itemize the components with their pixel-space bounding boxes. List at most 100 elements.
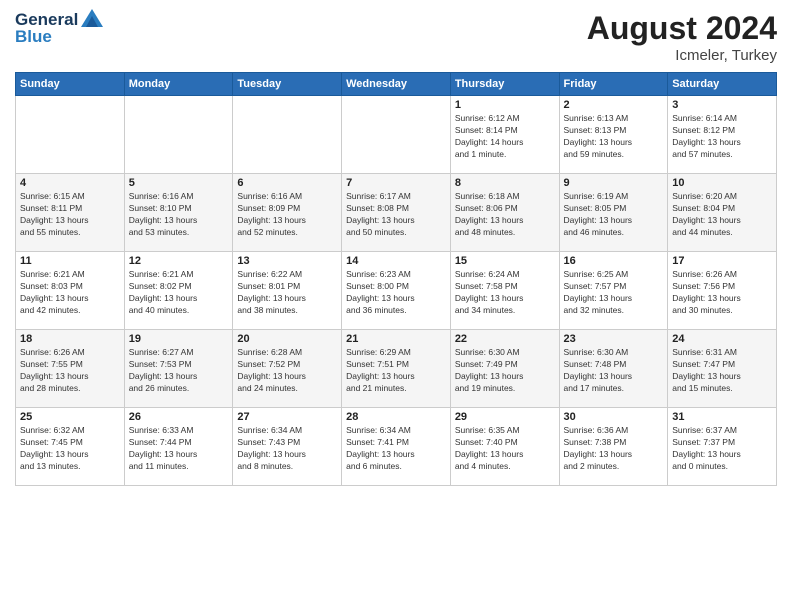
day-info: Sunrise: 6:18 AM Sunset: 8:06 PM Dayligh… <box>455 191 555 239</box>
week-row: 25 Sunrise: 6:32 AM Sunset: 7:45 PM Dayli… <box>16 408 777 486</box>
week-row: 1 Sunrise: 6:12 AM Sunset: 8:14 PM Daylig… <box>16 96 777 174</box>
day-number: 13 <box>237 255 337 267</box>
month-year: August 2024 <box>587 10 777 47</box>
calendar-cell <box>124 96 233 174</box>
day-number: 22 <box>455 333 555 345</box>
calendar-cell: 13 Sunrise: 6:22 AM Sunset: 8:01 PM Dayli… <box>233 252 342 330</box>
calendar-body: 1 Sunrise: 6:12 AM Sunset: 8:14 PM Daylig… <box>16 96 777 486</box>
calendar-cell: 2 Sunrise: 6:13 AM Sunset: 8:13 PM Daylig… <box>559 96 668 174</box>
calendar-cell: 27 Sunrise: 6:34 AM Sunset: 7:43 PM Dayli… <box>233 408 342 486</box>
day-number: 30 <box>564 411 664 423</box>
calendar-cell: 8 Sunrise: 6:18 AM Sunset: 8:06 PM Daylig… <box>450 174 559 252</box>
day-number: 31 <box>672 411 772 423</box>
calendar-cell: 20 Sunrise: 6:28 AM Sunset: 7:52 PM Dayli… <box>233 330 342 408</box>
calendar-cell: 23Sunrise: 6:30 AM Sunset: 7:48 PM Dayli… <box>559 330 668 408</box>
col-monday: Monday <box>124 73 233 96</box>
day-info: Sunrise: 6:25 AM Sunset: 7:57 PM Dayligh… <box>564 269 664 317</box>
calendar-cell: 24 Sunrise: 6:31 AM Sunset: 7:47 PM Dayli… <box>668 330 777 408</box>
day-info: Sunrise: 6:23 AM Sunset: 8:00 PM Dayligh… <box>346 269 446 317</box>
calendar-cell: 19Sunrise: 6:27 AM Sunset: 7:53 PM Dayli… <box>124 330 233 408</box>
calendar-cell: 12Sunrise: 6:21 AM Sunset: 8:02 PM Dayli… <box>124 252 233 330</box>
day-number: 8 <box>455 177 555 189</box>
logo-blue: Blue <box>15 27 103 47</box>
calendar-cell: 3Sunrise: 6:14 AM Sunset: 8:12 PM Daylig… <box>668 96 777 174</box>
day-info: Sunrise: 6:28 AM Sunset: 7:52 PM Dayligh… <box>237 347 337 395</box>
calendar-cell: 18Sunrise: 6:26 AM Sunset: 7:55 PM Dayli… <box>16 330 125 408</box>
day-number: 7 <box>346 177 446 189</box>
header: General Blue August 2024 Icmeler, Turkey <box>15 10 777 64</box>
day-number: 20 <box>237 333 337 345</box>
calendar-cell: 7 Sunrise: 6:17 AM Sunset: 8:08 PM Daylig… <box>342 174 451 252</box>
calendar-cell: 4Sunrise: 6:15 AM Sunset: 8:11 PM Daylig… <box>16 174 125 252</box>
calendar-cell: 14 Sunrise: 6:23 AM Sunset: 8:00 PM Dayli… <box>342 252 451 330</box>
day-info: Sunrise: 6:12 AM Sunset: 8:14 PM Dayligh… <box>455 113 555 161</box>
logo: General Blue <box>15 10 103 47</box>
day-number: 5 <box>129 177 229 189</box>
week-row: 4Sunrise: 6:15 AM Sunset: 8:11 PM Daylig… <box>16 174 777 252</box>
col-thursday: Thursday <box>450 73 559 96</box>
day-info: Sunrise: 6:33 AM Sunset: 7:44 PM Dayligh… <box>129 425 229 473</box>
day-number: 1 <box>455 99 555 111</box>
calendar-cell: 21 Sunrise: 6:29 AM Sunset: 7:51 PM Dayli… <box>342 330 451 408</box>
calendar-cell: 1 Sunrise: 6:12 AM Sunset: 8:14 PM Daylig… <box>450 96 559 174</box>
day-info: Sunrise: 6:21 AM Sunset: 8:02 PM Dayligh… <box>129 269 229 317</box>
calendar-cell: 22 Sunrise: 6:30 AM Sunset: 7:49 PM Dayli… <box>450 330 559 408</box>
calendar-cell: 17 Sunrise: 6:26 AM Sunset: 7:56 PM Dayli… <box>668 252 777 330</box>
day-info: Sunrise: 6:16 AM Sunset: 8:10 PM Dayligh… <box>129 191 229 239</box>
calendar-cell: 10Sunrise: 6:20 AM Sunset: 8:04 PM Dayli… <box>668 174 777 252</box>
day-number: 25 <box>20 411 120 423</box>
calendar-cell: 28 Sunrise: 6:34 AM Sunset: 7:41 PM Dayli… <box>342 408 451 486</box>
calendar-table: Sunday Monday Tuesday Wednesday Thursday… <box>15 72 777 486</box>
day-info: Sunrise: 6:34 AM Sunset: 7:41 PM Dayligh… <box>346 425 446 473</box>
day-number: 2 <box>564 99 664 111</box>
title-block: August 2024 Icmeler, Turkey <box>587 10 777 64</box>
day-number: 23 <box>564 333 664 345</box>
col-friday: Friday <box>559 73 668 96</box>
day-info: Sunrise: 6:14 AM Sunset: 8:12 PM Dayligh… <box>672 113 772 161</box>
day-number: 26 <box>129 411 229 423</box>
col-saturday: Saturday <box>668 73 777 96</box>
day-info: Sunrise: 6:13 AM Sunset: 8:13 PM Dayligh… <box>564 113 664 161</box>
calendar-page: General Blue August 2024 Icmeler, Turkey… <box>0 0 792 612</box>
calendar-cell <box>342 96 451 174</box>
day-info: Sunrise: 6:37 AM Sunset: 7:37 PM Dayligh… <box>672 425 772 473</box>
day-info: Sunrise: 6:19 AM Sunset: 8:05 PM Dayligh… <box>564 191 664 239</box>
day-number: 29 <box>455 411 555 423</box>
day-info: Sunrise: 6:26 AM Sunset: 7:56 PM Dayligh… <box>672 269 772 317</box>
day-info: Sunrise: 6:32 AM Sunset: 7:45 PM Dayligh… <box>20 425 120 473</box>
day-info: Sunrise: 6:24 AM Sunset: 7:58 PM Dayligh… <box>455 269 555 317</box>
calendar-cell: 15 Sunrise: 6:24 AM Sunset: 7:58 PM Dayli… <box>450 252 559 330</box>
calendar-cell: 5 Sunrise: 6:16 AM Sunset: 8:10 PM Daylig… <box>124 174 233 252</box>
day-number: 21 <box>346 333 446 345</box>
day-number: 15 <box>455 255 555 267</box>
calendar-cell: 26 Sunrise: 6:33 AM Sunset: 7:44 PM Dayli… <box>124 408 233 486</box>
header-row: Sunday Monday Tuesday Wednesday Thursday… <box>16 73 777 96</box>
day-info: Sunrise: 6:31 AM Sunset: 7:47 PM Dayligh… <box>672 347 772 395</box>
day-number: 10 <box>672 177 772 189</box>
day-info: Sunrise: 6:17 AM Sunset: 8:08 PM Dayligh… <box>346 191 446 239</box>
day-info: Sunrise: 6:29 AM Sunset: 7:51 PM Dayligh… <box>346 347 446 395</box>
day-number: 24 <box>672 333 772 345</box>
calendar-cell <box>233 96 342 174</box>
calendar-cell: 6Sunrise: 6:16 AM Sunset: 8:09 PM Daylig… <box>233 174 342 252</box>
week-row: 18Sunrise: 6:26 AM Sunset: 7:55 PM Dayli… <box>16 330 777 408</box>
day-number: 16 <box>564 255 664 267</box>
day-info: Sunrise: 6:22 AM Sunset: 8:01 PM Dayligh… <box>237 269 337 317</box>
day-number: 14 <box>346 255 446 267</box>
calendar-cell <box>16 96 125 174</box>
day-number: 27 <box>237 411 337 423</box>
day-info: Sunrise: 6:35 AM Sunset: 7:40 PM Dayligh… <box>455 425 555 473</box>
day-number: 17 <box>672 255 772 267</box>
day-number: 6 <box>237 177 337 189</box>
day-number: 18 <box>20 333 120 345</box>
col-tuesday: Tuesday <box>233 73 342 96</box>
day-info: Sunrise: 6:27 AM Sunset: 7:53 PM Dayligh… <box>129 347 229 395</box>
day-info: Sunrise: 6:15 AM Sunset: 8:11 PM Dayligh… <box>20 191 120 239</box>
calendar-cell: 9Sunrise: 6:19 AM Sunset: 8:05 PM Daylig… <box>559 174 668 252</box>
day-info: Sunrise: 6:30 AM Sunset: 7:49 PM Dayligh… <box>455 347 555 395</box>
day-number: 11 <box>20 255 120 267</box>
col-wednesday: Wednesday <box>342 73 451 96</box>
day-number: 28 <box>346 411 446 423</box>
day-info: Sunrise: 6:34 AM Sunset: 7:43 PM Dayligh… <box>237 425 337 473</box>
week-row: 11Sunrise: 6:21 AM Sunset: 8:03 PM Dayli… <box>16 252 777 330</box>
